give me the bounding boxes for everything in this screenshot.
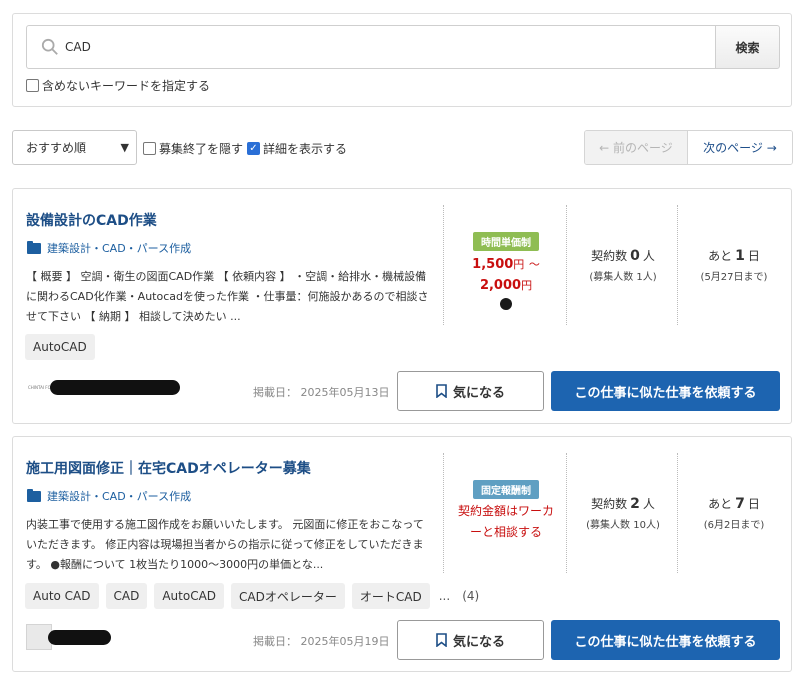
job-category[interactable]: 建築設計・CAD・パース作成 (27, 240, 191, 256)
price-note-line2: ーと相談する (469, 525, 542, 539)
hide-closed-checkbox[interactable] (143, 142, 156, 155)
next-page-button[interactable]: 次のページ → (688, 131, 792, 164)
skill-tag[interactable]: CAD (105, 583, 148, 609)
job-card: 設備設計のCAD作業 建築設計・CAD・パース作成 【 概要 】 空調・衛生の図… (12, 188, 792, 424)
remaining-days-line: あと 7 日 (679, 495, 789, 512)
remaining-days: 7 (735, 496, 745, 512)
exclude-label: 含めないキーワードを指定する (42, 79, 211, 93)
sort-select[interactable]: おすすめ順 ▼ (12, 130, 137, 165)
contracts-count: 0 (630, 248, 640, 264)
yen-unit: 円 (513, 258, 525, 271)
job-category-label: 建築設計・CAD・パース作成 (47, 490, 192, 503)
job-title[interactable]: 設備設計のCAD作業 (26, 210, 157, 230)
recruit-note: (募集人数 10人) (586, 520, 660, 531)
price-column: 固定報酬制 契約金額はワーカ ーと相談する (445, 453, 567, 573)
favorite-label: 気になる (452, 385, 505, 401)
contracts-count-line: 契約数 2 人 (568, 495, 678, 512)
folder-icon (27, 488, 41, 502)
show-details-checkbox[interactable]: ✓ (247, 142, 260, 155)
hide-closed-filter[interactable]: 募集終了を隠す (143, 140, 243, 157)
contracts-label: 契約数 (591, 249, 628, 263)
chevron-down-icon: ▼ (120, 141, 129, 154)
tags-ellipsis: ... (438, 589, 451, 603)
bookmark-icon (436, 384, 447, 398)
posted-date: 掲載日： 2025年05月13日 (253, 386, 390, 399)
job-description: 内装工事で使用する施工図作成をお願いいたします。 元図面に修正をおこなっていただ… (26, 518, 424, 571)
search-panel: CAD 検索 含めないキーワードを指定する (12, 13, 792, 107)
price-range: 1,500円 ～ 2,000円 (445, 254, 567, 296)
contracts-column: 契約数 2 人 (募集人数 10人) (568, 453, 678, 573)
search-query: CAD (65, 40, 91, 54)
recruit-note: (募集人数 1人) (589, 272, 657, 283)
client-name-redacted (48, 630, 111, 645)
favorite-button[interactable]: 気になる (397, 371, 544, 411)
contracts-unit: 人 (642, 497, 655, 511)
divider (566, 205, 567, 325)
skill-tags: Auto CAD CAD AutoCAD CADオペレーター オートCAD ..… (25, 583, 479, 609)
price-note-line1: 契約金額はワーカ (457, 504, 554, 518)
posted-date: 掲載日： 2025年05月19日 (253, 635, 390, 648)
redacted-dot (500, 298, 512, 310)
skill-tags: AutoCAD (25, 334, 102, 360)
divider (677, 205, 678, 325)
divider (443, 453, 444, 573)
skill-tag[interactable]: AutoCAD (25, 334, 95, 360)
remaining-label: あと (708, 497, 733, 511)
remaining-days: 1 (735, 248, 745, 264)
skill-tag[interactable]: Auto CAD (25, 583, 99, 609)
request-similar-button[interactable]: この仕事に似た仕事を依頼する (551, 620, 780, 660)
remaining-label: あと (708, 249, 733, 263)
request-similar-button[interactable]: この仕事に似た仕事を依頼する (551, 371, 780, 411)
job-card: 施工用図面修正｜在宅CADオペレーター募集 建築設計・CAD・パース作成 内装工… (12, 436, 792, 672)
price-from: 1,500 (472, 257, 514, 272)
job-description: 【 概要 】 空調・衛生の図面CAD作業 【 依頼内容 】 ・空調・給排水・機械… (26, 270, 429, 323)
prev-page-button[interactable]: ← 前のページ (585, 131, 688, 164)
contracts-column: 契約数 0 人 (募集人数 1人) (568, 205, 678, 325)
job-category-label: 建築設計・CAD・パース作成 (47, 242, 192, 255)
search-input[interactable]: CAD (26, 25, 716, 69)
price-column: 時間単価制 1,500円 ～ 2,000円 (445, 205, 567, 325)
exclude-keywords-toggle[interactable]: 含めないキーワードを指定する (26, 77, 210, 94)
price-type-badge: 時間単価制 (473, 232, 539, 251)
remaining-unit: 日 (747, 249, 760, 263)
price-to: 2,000 (479, 278, 522, 293)
contracts-count: 2 (630, 496, 640, 512)
search-icon (41, 38, 58, 55)
price-note: 契約金額はワーカ ーと相談する (445, 501, 567, 543)
bookmark-icon (436, 633, 447, 647)
show-details-label: 詳細を表示する (263, 142, 348, 156)
contracts-count-line: 契約数 0 人 (568, 247, 678, 264)
price-type-badge: 固定報酬制 (473, 480, 539, 499)
skill-tag[interactable]: AutoCAD (154, 583, 225, 609)
skill-tag[interactable]: オートCAD (351, 583, 430, 609)
skill-tag[interactable]: CADオペレーター (231, 583, 345, 609)
folder-icon (27, 240, 41, 254)
divider (566, 453, 567, 573)
tags-more-count[interactable]: (4) (462, 589, 479, 603)
remaining-unit: 日 (747, 497, 760, 511)
hide-closed-label: 募集終了を隠す (159, 142, 244, 156)
contracts-label: 契約数 (591, 497, 628, 511)
divider (677, 453, 678, 573)
sort-selected-value: おすすめ順 (26, 141, 87, 155)
yen-unit: 円 (521, 279, 533, 292)
job-category[interactable]: 建築設計・CAD・パース作成 (27, 488, 191, 504)
exclude-checkbox[interactable] (26, 79, 39, 92)
list-controls: おすすめ順 ▼ 募集終了を隠す ✓ 詳細を表示する ← 前のページ 次のページ … (12, 130, 793, 166)
remaining-column: あと 7 日 (6月2日まで) (679, 453, 789, 573)
deadline: (6月2日まで) (703, 520, 765, 531)
tilde: ～ (528, 258, 540, 271)
favorite-label: 気になる (452, 634, 505, 650)
favorite-button[interactable]: 気になる (397, 620, 544, 660)
show-details-filter[interactable]: ✓ 詳細を表示する (247, 140, 347, 157)
client-name-redacted (50, 380, 180, 395)
remaining-days-line: あと 1 日 (679, 247, 789, 264)
job-title[interactable]: 施工用図面修正｜在宅CADオペレーター募集 (26, 458, 311, 478)
deadline: (5月27日まで) (700, 272, 768, 283)
contracts-unit: 人 (642, 249, 655, 263)
remaining-column: あと 1 日 (5月27日まで) (679, 205, 789, 325)
divider (443, 205, 444, 325)
pagination: ← 前のページ 次のページ → (584, 130, 793, 165)
search-button[interactable]: 検索 (715, 25, 780, 69)
